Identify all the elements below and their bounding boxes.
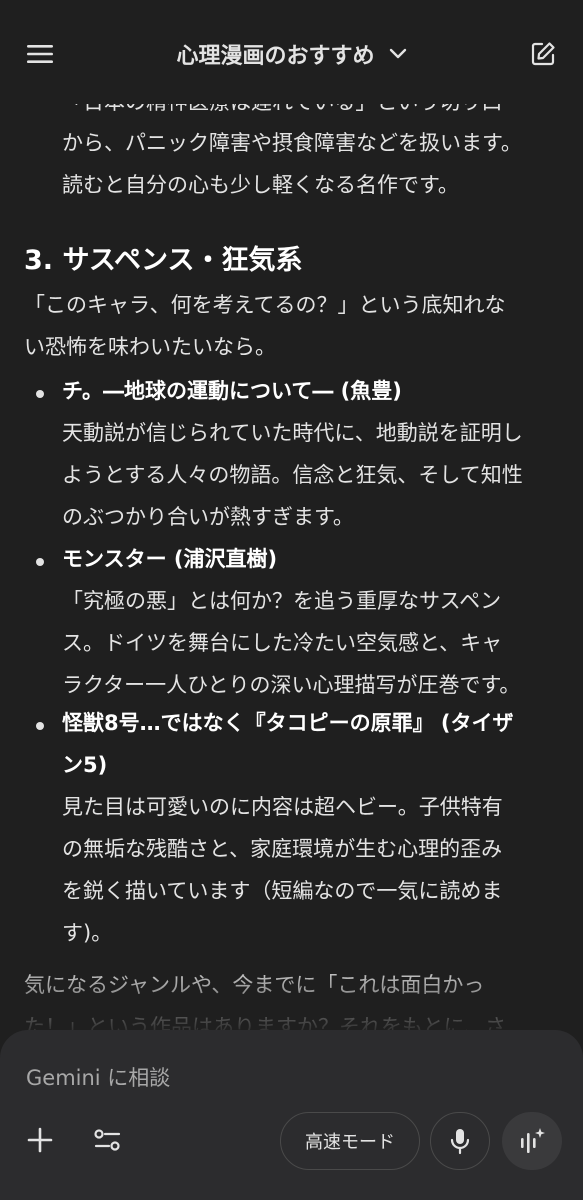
text-line: の無垢な残酷さと、家庭環境が生む心理的歪み <box>62 837 503 861</box>
edit-icon <box>531 42 555 66</box>
list-item: モンスター (浦沢直樹) 「究極の悪」とは何か？を追う重厚なサスペン ス。ドイツ… <box>62 538 562 706</box>
text-line: ようとする人々の物語。信念と狂気、そして知性 <box>62 463 523 487</box>
microphone-icon <box>450 1129 470 1155</box>
text-line: のぶつかり合いが熱すぎます。 <box>62 505 354 529</box>
live-voice-button[interactable] <box>502 1112 562 1170</box>
mode-selector-button[interactable]: 高速モード <box>280 1112 420 1170</box>
list-item-title: チ。―地球の運動について― (魚豊) <box>62 379 402 403</box>
tools-button[interactable] <box>88 1122 128 1158</box>
plus-icon <box>27 1127 53 1153</box>
text-line: 天動説が信じられていた時代に、地動説を証明し <box>62 421 523 445</box>
bullet-point <box>36 390 44 398</box>
response-content[interactable]: 「日本の精神医療は遅れている」という切り口 から、パニック障害や摂食障害などを扱… <box>0 80 583 1080</box>
add-attachment-button[interactable] <box>22 1122 58 1158</box>
section-intro: 「このキャラ、何を考えてるの？」という底知れな い恐怖を味わいたいなら。 <box>24 284 564 368</box>
chat-title-dropdown[interactable]: 心理漫画のおすすめ <box>0 34 583 74</box>
section-heading: 3. サスペンス・狂気系 <box>24 245 303 276</box>
microphone-button[interactable] <box>430 1112 490 1170</box>
prompt-input[interactable]: Gemini に相談 <box>26 1062 170 1092</box>
text-line: 気になるジャンルや、今までに「これは面白かっ <box>24 973 485 997</box>
new-chat-button[interactable] <box>525 36 561 72</box>
prompt-composer: Gemini に相談 高速モード <box>0 1030 583 1200</box>
list-item-title: ン5) <box>62 753 108 777</box>
tune-icon <box>94 1129 121 1151</box>
text-line: 「このキャラ、何を考えてるの？」という底知れな <box>24 293 506 317</box>
text-line: 読むと自分の心も少し軽くなる名作です。 <box>62 173 459 197</box>
text-line: い恐怖を味わいたいなら。 <box>24 335 276 359</box>
previous-item-description: から、パニック障害や摂食障害などを扱います。 読むと自分の心も少し軽くなる名作で… <box>62 122 562 206</box>
chevron-down-icon <box>389 48 406 59</box>
bullet-point <box>36 558 44 566</box>
text-line: ラクター一人ひとりの深い心理描写が圧巻です。 <box>62 673 521 697</box>
text-line: 見た目は可愛いのに内容は超ヘビー。子供特有 <box>62 795 503 819</box>
text-line: す)。 <box>62 921 113 945</box>
list-item: チ。―地球の運動について― (魚豊) 天動説が信じられていた時代に、地動説を証明… <box>62 370 562 538</box>
list-item-title: 怪獣8号…ではなく『タコピーの原罪』 (タイザ <box>62 711 514 735</box>
sparkle-waveform-icon <box>521 1128 545 1153</box>
top-app-bar: 心理漫画のおすすめ <box>0 0 583 104</box>
text-line: ス。ドイツを舞台にした冷たい空気感と、キャ <box>62 631 503 655</box>
list-item: 怪獣8号…ではなく『タコピーの原罪』 (タイザ ン5) 見た目は可愛いのに内容は… <box>62 702 562 954</box>
text-line: から、パニック障害や摂食障害などを扱います。 <box>62 131 522 155</box>
text-line: 「究極の悪」とは何か？を追う重厚なサスペン <box>62 589 502 613</box>
text-line: を鋭く描いています（短編なので一気に読めま <box>62 879 503 903</box>
bullet-point <box>36 722 44 730</box>
chat-title: 心理漫画のおすすめ <box>176 44 375 69</box>
list-item-title: モンスター (浦沢直樹) <box>62 547 278 571</box>
